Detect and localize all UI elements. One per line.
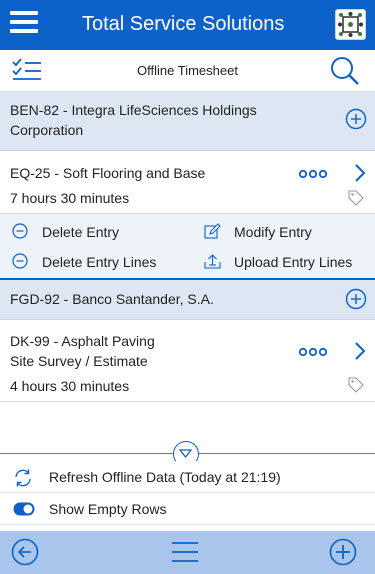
entry-title: DK-99 - Asphalt Paving <box>10 333 155 349</box>
refresh-offline-data-row[interactable]: Refresh Offline Data (Today at 21:19) <box>0 461 375 493</box>
chevron-right-icon[interactable] <box>354 163 366 186</box>
entry-title: EQ-25 - Soft Flooring and Base <box>10 165 206 181</box>
more-options-icon[interactable] <box>298 167 328 183</box>
upload-icon <box>204 254 221 269</box>
entry-duration: 7 hours 30 minutes <box>10 190 130 206</box>
menu-line <box>10 20 38 24</box>
hamburger-icon[interactable] <box>171 541 199 566</box>
upload-entry-lines-button[interactable]: Upload Entry Lines <box>204 253 369 273</box>
bottom-navigation <box>0 531 375 574</box>
toggle-switch-icon <box>13 502 35 516</box>
entry-subtitle: Site Survey / Estimate <box>10 353 148 369</box>
entry-actions-panel: Delete Entry Modify Entry Delete Entry L… <box>0 214 375 280</box>
show-empty-rows-row[interactable]: Show Empty Rows <box>0 493 375 525</box>
tag-icon[interactable] <box>348 190 364 209</box>
app-logo-icon[interactable] <box>335 9 366 40</box>
add-entry-icon[interactable] <box>345 288 367 313</box>
chevron-right-icon[interactable] <box>354 341 366 364</box>
add-entry-icon[interactable] <box>345 108 367 133</box>
delete-entry-button[interactable]: Delete Entry <box>12 223 182 243</box>
upload-entry-lines-label: Upload Entry Lines <box>234 254 353 270</box>
more-options-icon[interactable] <box>298 345 328 361</box>
group-header[interactable]: BEN-82 - Integra LifeSciences Holdings C… <box>0 92 375 151</box>
page-title: Offline Timesheet <box>137 63 238 78</box>
hamburger-menu-button[interactable] <box>10 11 38 37</box>
modify-entry-button[interactable]: Modify Entry <box>204 223 369 243</box>
refresh-offline-data-label: Refresh Offline Data (Today at 21:19) <box>49 469 281 485</box>
app-header: Total Service Solutions <box>0 0 375 50</box>
app-title: Total Service Solutions <box>82 13 285 35</box>
entry-duration: 4 hours 30 minutes <box>10 378 130 394</box>
group-title: FGD-92 - Banco Santander, S.A. <box>10 291 214 307</box>
delete-entry-lines-label: Delete Entry Lines <box>42 254 157 270</box>
tag-icon[interactable] <box>348 377 364 396</box>
delete-entry-lines-button[interactable]: Delete Entry Lines <box>12 253 182 273</box>
add-circle-icon[interactable] <box>329 538 357 569</box>
edit-icon <box>204 223 221 239</box>
search-icon[interactable] <box>329 55 361 90</box>
toolbar: Offline Timesheet <box>0 50 375 92</box>
back-arrow-icon[interactable] <box>11 538 39 569</box>
modify-entry-label: Modify Entry <box>234 224 312 240</box>
group-title-continued: Corporation <box>10 122 84 138</box>
timesheet-entry[interactable]: EQ-25 - Soft Flooring and Base 7 hours 3… <box>0 151 375 214</box>
minus-circle-icon <box>12 253 28 269</box>
group-header[interactable]: FGD-92 - Banco Santander, S.A. <box>0 280 375 320</box>
menu-line <box>10 29 38 33</box>
delete-entry-label: Delete Entry <box>42 224 120 240</box>
timesheet-entry[interactable]: DK-99 - Asphalt Paving Site Survey / Est… <box>0 320 375 402</box>
menu-line <box>10 11 38 15</box>
minus-circle-icon <box>12 223 28 239</box>
group-title: BEN-82 - Integra LifeSciences Holdings <box>10 102 257 118</box>
show-empty-rows-label: Show Empty Rows <box>49 501 167 517</box>
refresh-icon <box>15 469 31 487</box>
